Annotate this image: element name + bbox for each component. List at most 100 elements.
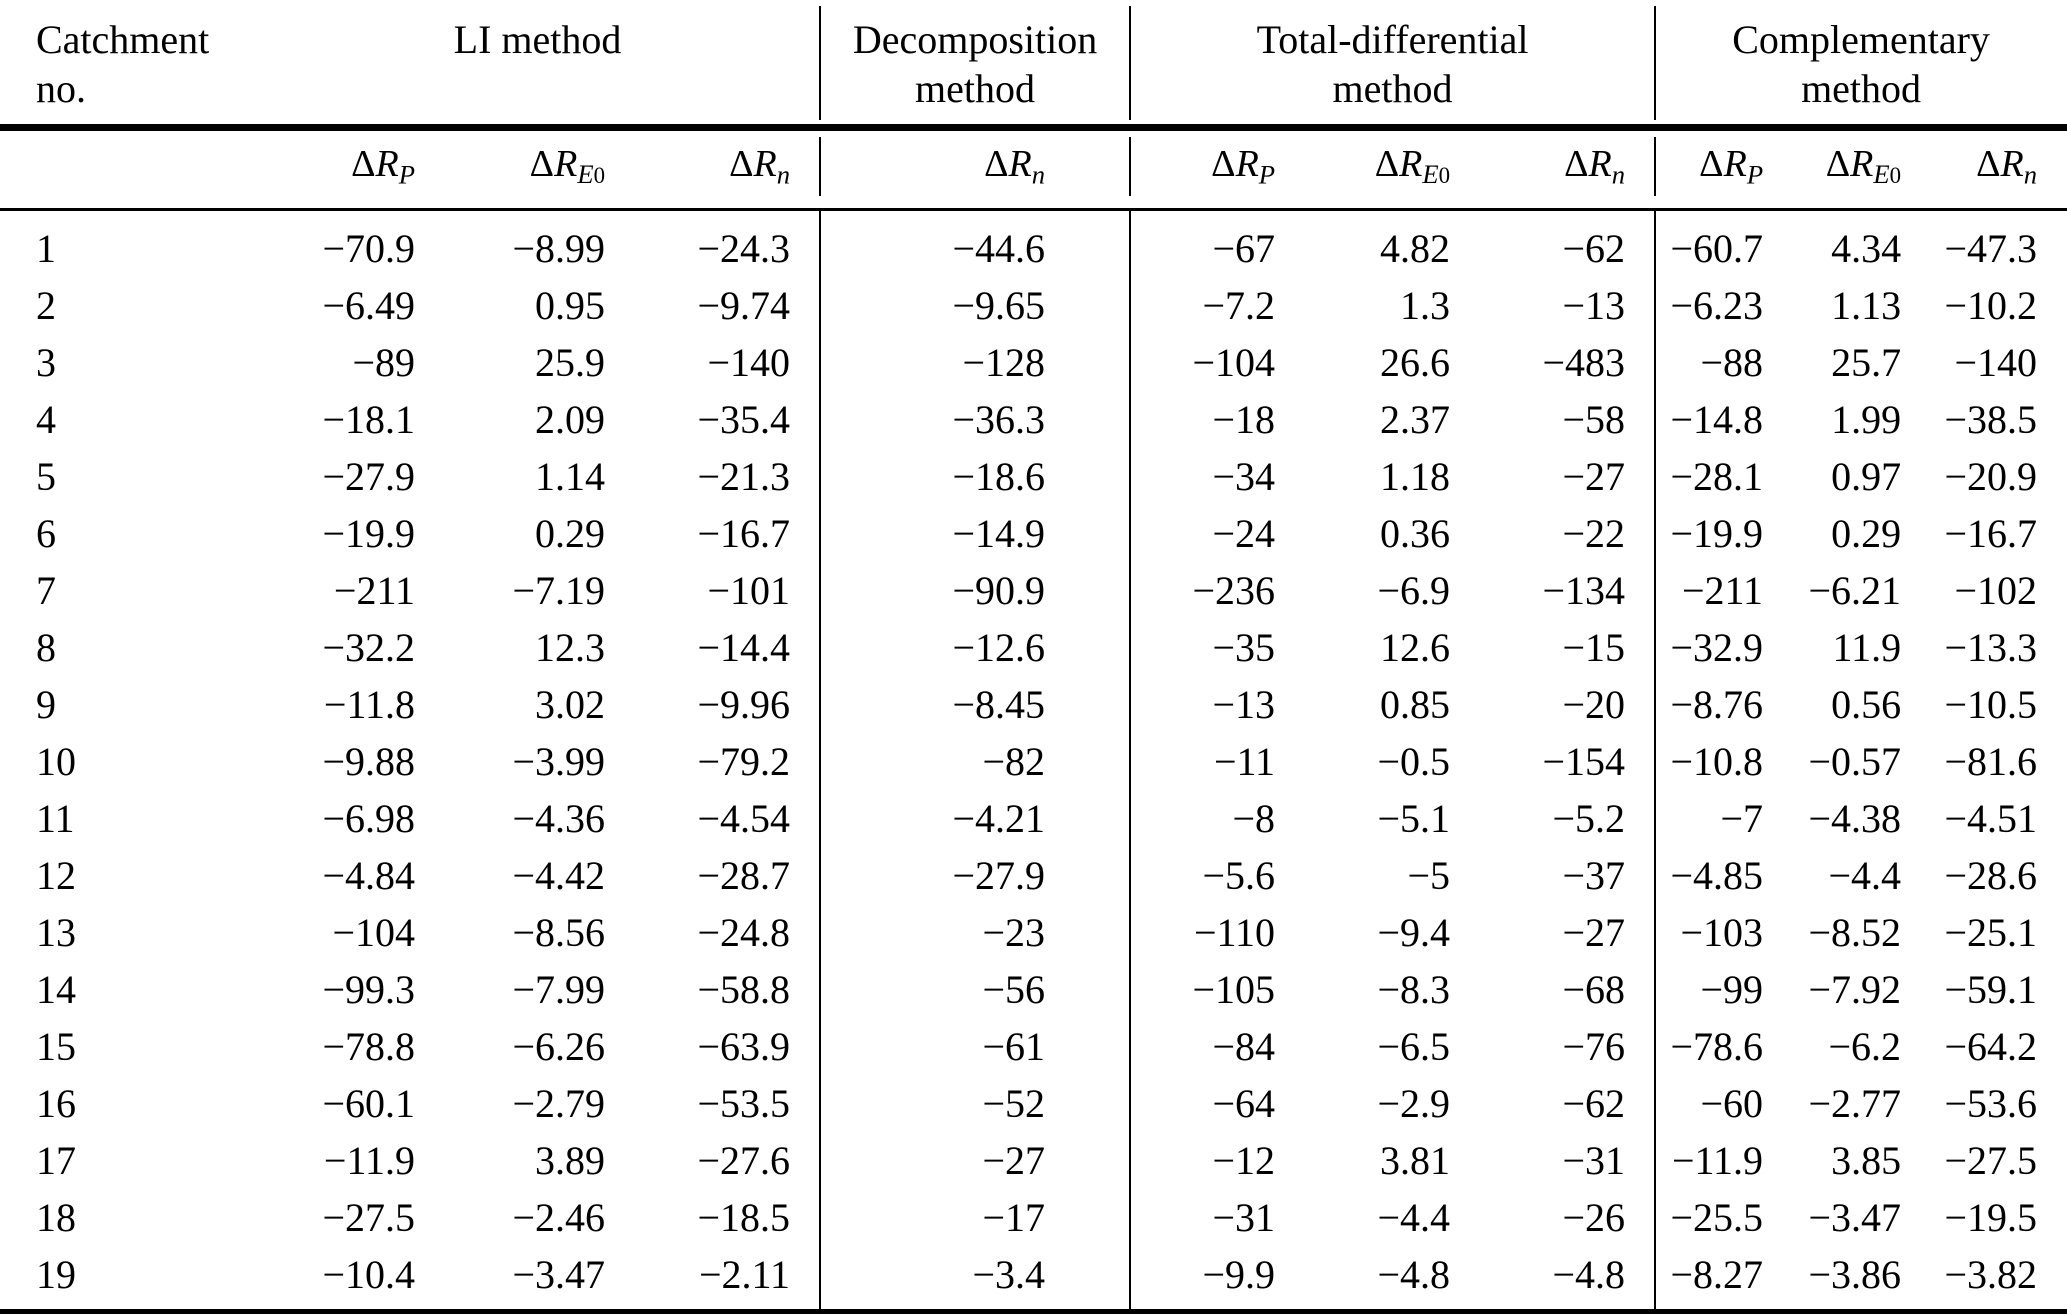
cell-complementary-delta-R-P: −7 [1654,790,1793,848]
cell-total-differential-delta-R-n: −15 [1562,624,1626,670]
cell-gap [1075,449,1130,506]
cell-gap [1075,677,1130,734]
cell-li-delta-R-P: −6.49 [322,282,415,328]
cell-total-differential-delta-R-n: −27 [1562,909,1626,955]
cell-total-differential-delta-R-E0: −6.5 [1377,1023,1451,1069]
cell-complementary-delta-R-P: −32.9 [1654,619,1793,677]
cell-complementary-delta-R-P: −25.5 [1654,1189,1793,1247]
cell-catchment-no: 16 [36,1080,76,1126]
R-glyph: R [1588,142,1612,185]
cell-catchment-no: 12 [36,852,76,898]
cell-li-delta-R-P: −6.98 [322,795,415,841]
cell-complementary-delta-R-n: −53.6 [1944,1080,2038,1126]
cell-complementary-delta-R-E0: 3.85 [1831,1137,1902,1183]
group-complementary-line2: method [1801,65,1922,111]
cell-total-differential-delta-R-P: −34 [1129,448,1305,506]
cell-gap [1075,1190,1130,1247]
cell-complementary-delta-R-P: −60 [1654,1075,1793,1133]
R-glyph: R [375,142,399,185]
cell-li-delta-R-n: −35.4 [697,396,791,442]
R-glyph: R [1723,142,1747,185]
cell-li-delta-R-P: −32.2 [322,624,415,670]
group-header-total-differential-method: Total-differential method [1129,0,1655,126]
cell-total-differential-delta-R-n: −20 [1562,681,1626,727]
cell-li-delta-R-P: −18.1 [322,396,415,442]
cell-total-differential-delta-R-n: −22 [1562,510,1626,556]
cell-complementary-delta-R-E0: −8.52 [1808,909,1902,955]
table-body: 1 −70.9 −8.99 −24.3 −44.6 −67 4.82 −62 −60.7 4.34… [0,210,2067,1312]
table-row: 14 −99.3 −7.99 −58.8 −56 −105 −8.3 −68 −99 −7.92−… [0,961,2067,1019]
R-glyph: R [1850,142,1874,185]
cell-total-differential-delta-R-n: −134 [1542,567,1626,613]
cell-complementary-delta-R-P: −88 [1654,334,1793,392]
cell-li-delta-R-E0: −8.99 [512,225,605,271]
cell-complementary-delta-R-E0: 25.7 [1831,339,1902,385]
cell-complementary-delta-R-P: −19.9 [1654,505,1793,563]
cell-decomposition-delta-R-n: −61 [819,1018,1075,1076]
cell-total-differential-delta-R-P: −35 [1129,619,1305,677]
cell-complementary-delta-R-n: −10.5 [1944,681,2038,727]
cell-li-delta-R-n: −28.7 [697,852,791,898]
cell-li-delta-R-P: −89 [352,339,415,385]
cell-gap [1075,563,1130,620]
decomposition-gap-cell [1075,131,1130,210]
cell-total-differential-delta-R-n: −58 [1562,396,1626,442]
cell-complementary-delta-R-P: −4.85 [1654,847,1793,905]
cell-catchment-no: 6 [36,510,56,556]
cell-total-differential-delta-R-E0: 1.3 [1400,282,1451,328]
delta-glyph: Δ [729,142,754,185]
cell-catchment-no: 19 [36,1251,76,1297]
cell-total-differential-delta-R-E0: 0.36 [1380,510,1451,556]
group-total-differential-line2: method [1332,65,1453,111]
cell-complementary-delta-R-P: −78.6 [1654,1018,1793,1076]
cell-li-delta-R-E0: 3.89 [535,1137,605,1183]
table-row: 3 −89 25.9 −140 −128 −104 26.6 −483 −88 25.7 −140 [0,334,2067,392]
cell-total-differential-delta-R-E0: 3.81 [1380,1137,1451,1183]
cell-complementary-delta-R-n: −102 [1954,567,2038,613]
cell-total-differential-delta-R-P: −13 [1129,676,1305,734]
cell-complementary-delta-R-n: −59.1 [1944,966,2038,1012]
cell-li-delta-R-n: −27.6 [697,1137,791,1183]
cell-decomposition-delta-R-n: −14.9 [819,505,1075,563]
cell-catchment-no: 5 [36,453,56,499]
table-row: 9 −11.8 3.02 −9.96 −8.45 −13 0.85 −20 −8.76 0.56−… [0,676,2067,734]
table-row: 19 −10.4 −3.47 −2.11 −3.4 −9.9 −4.8 −4.8 −8.27 −3… [0,1246,2067,1312]
cell-decomposition-delta-R-n: −36.3 [819,391,1075,449]
table-row: 15 −78.8 −6.26 −63.9 −61 −84 −6.5 −76 −78.6 −6.2−… [0,1018,2067,1076]
cell-li-delta-R-E0: −3.99 [512,738,605,784]
cell-total-differential-delta-R-P: −84 [1129,1018,1305,1076]
delta-glyph: Δ [1564,142,1589,185]
cell-complementary-delta-R-n: −81.6 [1944,738,2038,784]
col-header-total-differential-delta-R-E0: ΔRE0 [1305,131,1480,210]
cell-total-differential-delta-R-P: −8 [1129,790,1305,848]
table-row: 4 −18.1 2.09 −35.4 −36.3 −18 2.37 −58 −14.8 1.99−… [0,391,2067,449]
cell-decomposition-delta-R-n: −27.9 [819,847,1075,905]
table-row: 17 −11.9 3.89 −27.6 −27 −12 3.81 −31 −11.9 3.85 −2… [0,1132,2067,1190]
cell-catchment-no: 13 [36,909,76,955]
table-row: 6 −19.9 0.29 −16.7 −14.9 −24 0.36 −22 −19.9 0.29−… [0,505,2067,563]
delta-glyph: Δ [1699,142,1724,185]
subscript-n: n [1611,159,1626,190]
subscript-P: P [398,159,415,190]
R-glyph: R [1008,142,1032,185]
R-glyph: R [753,142,777,185]
group-header-complementary-method: Complementary method [1654,0,2067,126]
table-row: 1 −70.9 −8.99 −24.3 −44.6 −67 4.82 −62 −60.7 4.34… [0,210,2067,278]
cell-complementary-delta-R-E0: −4.38 [1808,795,1902,841]
cell-total-differential-delta-R-P: −24 [1129,505,1305,563]
cell-li-delta-R-P: −99.3 [322,966,415,1012]
delta-glyph: Δ [1374,142,1400,185]
subscript-E0: E0 [577,159,605,190]
cell-li-delta-R-n: −58.8 [697,966,791,1012]
cell-catchment-no: 2 [36,282,56,328]
cell-total-differential-delta-R-P: −12 [1129,1132,1305,1190]
cell-complementary-delta-R-n: −140 [1954,339,2038,385]
cell-complementary-delta-R-E0: 0.29 [1831,510,1902,556]
cell-li-delta-R-E0: −2.46 [512,1194,605,1240]
cell-li-delta-R-E0: −7.19 [512,567,605,613]
table-row: 13 −104 −8.56 −24.8 −23 −110 −9.4 −27 −103 −8.52−… [0,904,2067,962]
table-row: 10 −9.88 −3.99 −79.2 −82 −11 −0.5 −154 −10.8 −0.5… [0,733,2067,791]
cell-li-delta-R-n: −79.2 [697,738,791,784]
cell-total-differential-delta-R-E0: −2.9 [1377,1080,1451,1126]
cell-complementary-delta-R-P: −28.1 [1654,448,1793,506]
